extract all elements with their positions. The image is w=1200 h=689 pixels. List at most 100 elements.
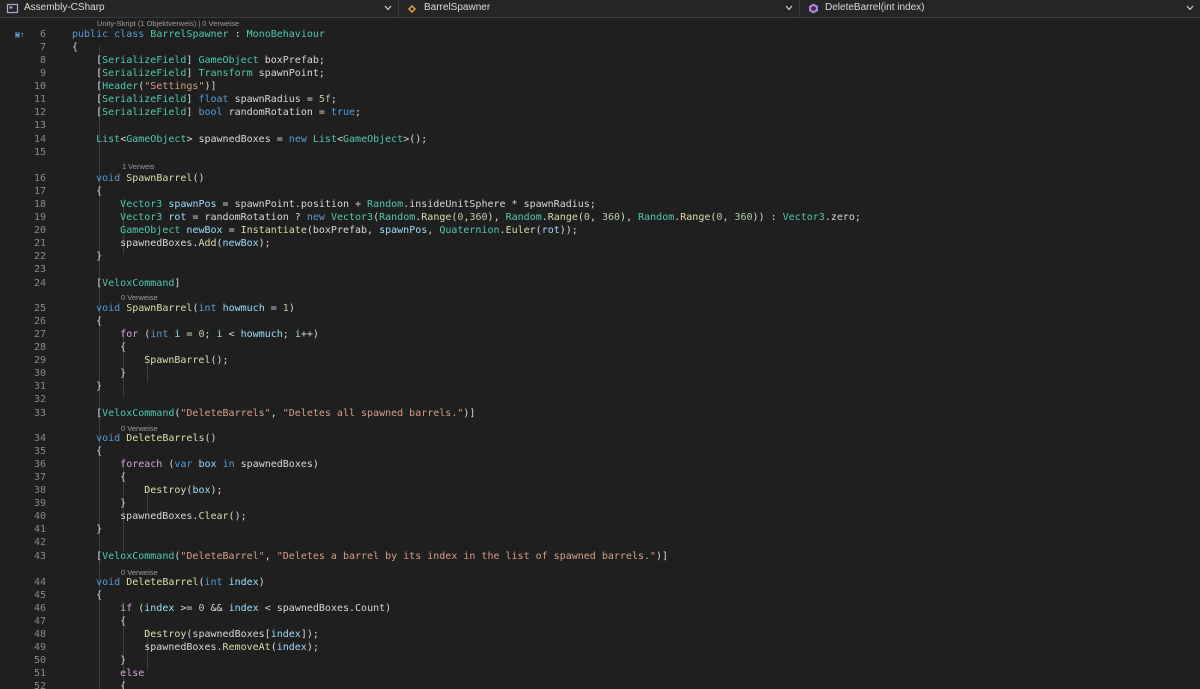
code-text[interactable]: GameObject newBox = Instantiate(boxPrefa… xyxy=(72,224,578,237)
code-line[interactable]: 25 void SpawnBarrel(int howmuch = 1) xyxy=(0,302,1200,315)
code-line[interactable]: 47 { xyxy=(0,615,1200,628)
code-line[interactable]: 8 [SerializeField] GameObject boxPrefab; xyxy=(0,54,1200,67)
code-line[interactable]: 35 { xyxy=(0,445,1200,458)
code-text[interactable]: [VeloxCommand] xyxy=(72,277,180,290)
code-line[interactable]: 20 GameObject newBox = Instantiate(boxPr… xyxy=(0,224,1200,237)
code-text[interactable]: [Header("Settings")] xyxy=(72,80,216,93)
code-line[interactable]: 29 SpawnBarrel(); xyxy=(0,354,1200,367)
code-line[interactable]: 49 spawnedBoxes.RemoveAt(index); xyxy=(0,641,1200,654)
code-text[interactable]: spawnedBoxes.Clear(); xyxy=(72,510,246,523)
code-line[interactable]: 34 void DeleteBarrels() xyxy=(0,432,1200,445)
code-text[interactable]: List<GameObject> spawnedBoxes = new List… xyxy=(72,133,427,146)
code-line[interactable]: 40 spawnedBoxes.Clear(); xyxy=(0,510,1200,523)
code-text[interactable]: [SerializeField] bool randomRotation = t… xyxy=(72,106,361,119)
codelens-spawnbarrel[interactable]: 1 Verweis xyxy=(122,161,155,172)
code-line[interactable]: 37 { xyxy=(0,471,1200,484)
code-text[interactable]: void DeleteBarrel(int index) xyxy=(72,576,265,589)
code-line[interactable]: 36 foreach (var box in spawnedBoxes) xyxy=(0,458,1200,471)
code-text[interactable]: } xyxy=(72,523,102,536)
code-text[interactable]: } xyxy=(72,250,102,263)
code-text[interactable]: Vector3 rot = randomRotation ? new Vecto… xyxy=(72,211,861,224)
code-text[interactable]: [SerializeField] GameObject boxPrefab; xyxy=(72,54,325,67)
code-text[interactable]: { xyxy=(72,315,102,328)
code-text[interactable]: } xyxy=(72,654,126,667)
code-text[interactable]: for (int i = 0; i < howmuch; i++) xyxy=(72,328,319,341)
code-text[interactable]: Vector3 spawnPos = spawnPoint.position +… xyxy=(72,198,596,211)
code-text[interactable]: void DeleteBarrels() xyxy=(72,432,216,445)
code-line[interactable]: 26 { xyxy=(0,315,1200,328)
class-dropdown[interactable]: BarrelSpawner xyxy=(400,0,800,17)
code-line[interactable]: 17 { xyxy=(0,185,1200,198)
code-line[interactable]: 42 xyxy=(0,536,1200,549)
code-line[interactable]: 13 xyxy=(0,119,1200,132)
code-text[interactable]: { xyxy=(72,41,78,54)
code-text[interactable]: { xyxy=(72,341,126,354)
code-line[interactable]: 24 [VeloxCommand] xyxy=(0,277,1200,290)
line-number: 50 xyxy=(33,655,46,666)
code-line[interactable]: 52 { xyxy=(0,680,1200,689)
code-line[interactable]: 32 xyxy=(0,393,1200,406)
code-text[interactable]: Destroy(box); xyxy=(72,484,222,497)
code-line[interactable]: 41 } xyxy=(0,523,1200,536)
code-line[interactable]: 22 } xyxy=(0,250,1200,263)
code-line[interactable]: 48 Destroy(spawnedBoxes[index]); xyxy=(0,628,1200,641)
code-line[interactable]: 43 [VeloxCommand("DeleteBarrel", "Delete… xyxy=(0,550,1200,563)
code-line[interactable]: 18 Vector3 spawnPos = spawnPoint.positio… xyxy=(0,198,1200,211)
code-line[interactable]: 44 void DeleteBarrel(int index) xyxy=(0,576,1200,589)
code-line[interactable]: 45 { xyxy=(0,589,1200,602)
code-line[interactable]: 23 xyxy=(0,263,1200,276)
code-text[interactable]: spawnedBoxes.RemoveAt(index); xyxy=(72,641,319,654)
code-text[interactable]: { xyxy=(72,445,102,458)
code-text[interactable]: spawnedBoxes.Add(newBox); xyxy=(72,237,271,250)
code-line[interactable]: 30 } xyxy=(0,367,1200,380)
code-text[interactable]: { xyxy=(72,185,102,198)
code-text[interactable]: [SerializeField] float spawnRadius = 5f; xyxy=(72,93,337,106)
line-number: 44 xyxy=(33,577,46,588)
code-line[interactable]: 9 [SerializeField] Transform spawnPoint; xyxy=(0,67,1200,80)
code-text[interactable]: } xyxy=(72,367,126,380)
code-text[interactable]: [VeloxCommand("DeleteBarrels", "Deletes … xyxy=(72,407,475,420)
code-line[interactable]: 31 } xyxy=(0,380,1200,393)
code-line[interactable]: 50 } xyxy=(0,654,1200,667)
code-text[interactable]: SpawnBarrel(); xyxy=(72,354,228,367)
code-line[interactable]: 28 { xyxy=(0,341,1200,354)
code-line[interactable]: 12 [SerializeField] bool randomRotation … xyxy=(0,106,1200,119)
code-line[interactable]: 21 spawnedBoxes.Add(newBox); xyxy=(0,237,1200,250)
code-text[interactable]: { xyxy=(72,680,126,689)
code-text[interactable]: } xyxy=(72,497,126,510)
code-line[interactable]: 15 xyxy=(0,146,1200,159)
code-line[interactable]: 7{ xyxy=(0,41,1200,54)
code-text[interactable]: public class BarrelSpawner : MonoBehavio… xyxy=(72,28,325,41)
code-line[interactable]: 38 Destroy(box); xyxy=(0,484,1200,497)
code-text[interactable]: { xyxy=(72,615,126,628)
code-line[interactable]: 10 [Header("Settings")] xyxy=(0,80,1200,93)
code-text[interactable]: void SpawnBarrel(int howmuch = 1) xyxy=(72,302,295,315)
code-text[interactable]: { xyxy=(72,589,102,602)
code-text[interactable]: } xyxy=(72,380,102,393)
line-number: 47 xyxy=(33,616,46,627)
code-line[interactable]: 46 if (index >= 0 && index < spawnedBoxe… xyxy=(0,602,1200,615)
code-line[interactable]: 16 void SpawnBarrel() xyxy=(0,172,1200,185)
code-text[interactable]: [SerializeField] Transform spawnPoint; xyxy=(72,67,325,80)
code-line[interactable]: 27 for (int i = 0; i < howmuch; i++) xyxy=(0,328,1200,341)
code-line[interactable]: 14 List<GameObject> spawnedBoxes = new L… xyxy=(0,133,1200,146)
code-line[interactable]: 6 public class BarrelSpawner : MonoBehavi… xyxy=(0,28,1200,41)
code-line[interactable]: 51 else xyxy=(0,667,1200,680)
code-text[interactable]: else xyxy=(72,667,144,680)
line-number: 13 xyxy=(33,120,46,131)
code-text[interactable]: void SpawnBarrel() xyxy=(72,172,204,185)
code-text[interactable]: [VeloxCommand("DeleteBarrel", "Deletes a… xyxy=(72,550,668,563)
project-dropdown[interactable]: Assembly-CSharp xyxy=(0,0,399,17)
code-editor[interactable]: ▣↑ Unity-Skript (1 Objektverweis) | 0 Ve… xyxy=(0,18,1200,689)
member-dropdown[interactable]: DeleteBarrel(int index) xyxy=(801,0,1200,17)
code-text[interactable]: Destroy(spawnedBoxes[index]); xyxy=(72,628,319,641)
code-line[interactable]: 33 [VeloxCommand("DeleteBarrels", "Delet… xyxy=(0,407,1200,420)
code-line[interactable]: 11 [SerializeField] float spawnRadius = … xyxy=(0,93,1200,106)
code-text[interactable]: if (index >= 0 && index < spawnedBoxes.C… xyxy=(72,602,391,615)
line-number: 31 xyxy=(33,381,46,392)
code-line[interactable]: 39 } xyxy=(0,497,1200,510)
code-line[interactable]: 19 Vector3 rot = randomRotation ? new Ve… xyxy=(0,211,1200,224)
code-text[interactable]: { xyxy=(72,471,126,484)
code-text[interactable]: foreach (var box in spawnedBoxes) xyxy=(72,458,319,471)
line-number: 29 xyxy=(33,355,46,366)
